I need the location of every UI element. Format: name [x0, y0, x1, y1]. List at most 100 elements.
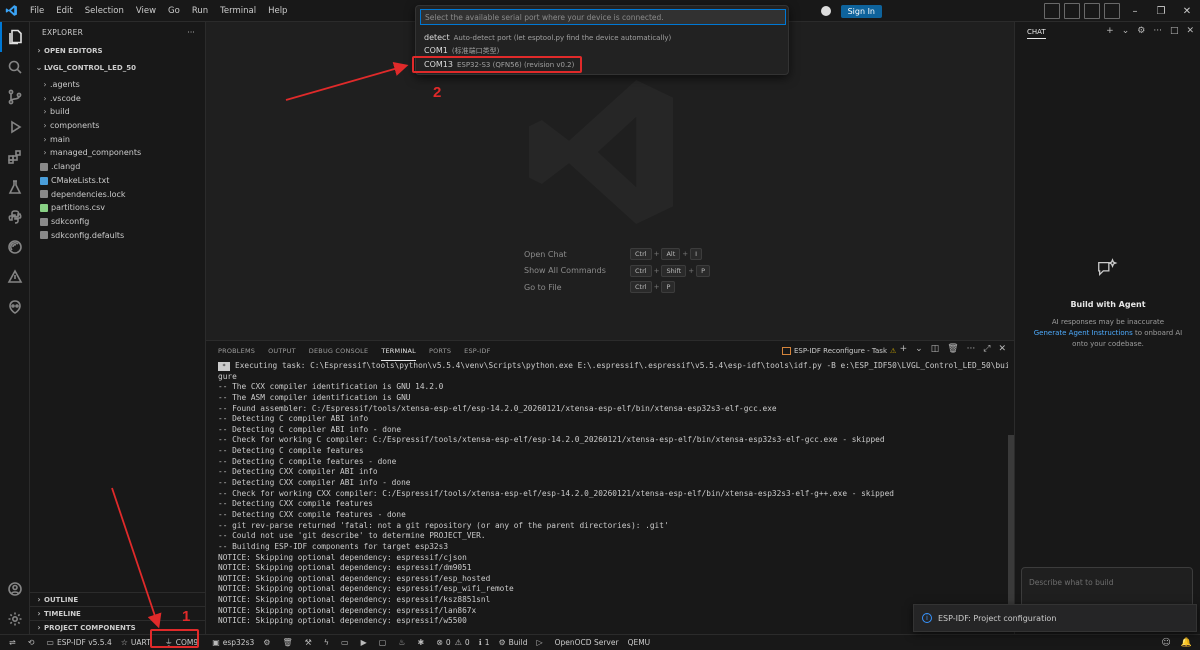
kill-terminal-icon[interactable]: 🗑	[947, 344, 958, 354]
project-folder-section[interactable]: ⌄ LVGL_CONTROL_LED_50	[30, 61, 205, 75]
build-flash-monitor-icon[interactable]: ▶	[361, 638, 370, 647]
qemu-item[interactable]: QEMU	[628, 638, 651, 647]
generate-instructions-link[interactable]: Generate Agent Instructions	[1034, 329, 1133, 337]
idf-version-item[interactable]: ▭ ESP-IDF v5.5.4	[46, 638, 111, 647]
file-item[interactable]: sdkconfig	[30, 215, 205, 229]
alien-icon[interactable]	[0, 292, 30, 322]
extensions-icon[interactable]	[0, 142, 30, 172]
chat-settings-icon[interactable]: ⚙	[1137, 26, 1145, 36]
copilot-icon[interactable]: ☺	[1161, 638, 1170, 648]
more-actions-icon[interactable]: ···	[187, 22, 195, 44]
menu-view[interactable]: View	[130, 0, 162, 22]
build-tool-icon[interactable]: ⚒	[305, 638, 315, 647]
flash-icon[interactable]: ϟ	[324, 638, 332, 647]
source-control-icon[interactable]	[0, 82, 30, 112]
python-icon[interactable]	[0, 202, 30, 232]
close-panel-icon[interactable]: ✕	[998, 344, 1006, 354]
task-indicator[interactable]: ESP-IDF Reconfigure - Task ⚠	[782, 345, 896, 357]
debug-play-icon[interactable]: ▷	[536, 638, 545, 647]
menu-file[interactable]: File	[24, 0, 50, 22]
search-icon[interactable]	[0, 52, 30, 82]
toggle-secondary-sidebar-icon[interactable]	[1084, 3, 1100, 19]
build-item[interactable]: ⚙ Build	[498, 638, 527, 647]
full-clean-icon[interactable]: 🗑	[282, 638, 295, 647]
monitor-icon[interactable]: ▭	[341, 638, 352, 647]
folder-item[interactable]: › .vscode	[30, 92, 205, 106]
maximize-panel-icon[interactable]: ⤢	[983, 344, 990, 354]
terminal-line: -- Detecting C compile features	[218, 446, 1008, 457]
folder-item[interactable]: › .agents	[30, 78, 205, 92]
folder-item[interactable]: › components	[30, 119, 205, 133]
more-actions-icon[interactable]: ···	[967, 344, 976, 354]
folder-item[interactable]: › managed_components	[30, 146, 205, 160]
close-window-button[interactable]: ✕	[1174, 6, 1200, 17]
split-terminal-icon[interactable]: ◫	[931, 344, 940, 354]
remote-icon[interactable]: ⇌	[9, 638, 19, 647]
menu-edit[interactable]: Edit	[50, 0, 78, 22]
settings-gear-icon[interactable]	[0, 604, 30, 634]
menu-selection[interactable]: Selection	[79, 0, 130, 22]
notifications-bell-icon[interactable]: 🔔	[1181, 638, 1192, 648]
refresh-icon[interactable]: ⟲	[28, 638, 38, 647]
terminal-dropdown-icon[interactable]: ⌄	[915, 344, 923, 354]
explorer-icon[interactable]	[0, 22, 30, 52]
target-item[interactable]: ▣ esp32s3	[212, 638, 254, 647]
tab-esp-idf[interactable]: ESP-IDF	[464, 341, 490, 361]
esp-idf-explorer-icon[interactable]	[0, 262, 30, 292]
terminal-icon[interactable]: ▢	[379, 638, 390, 647]
run-debug-icon[interactable]	[0, 112, 30, 142]
menu-help[interactable]: Help	[262, 0, 293, 22]
notification-toast[interactable]: i ESP-IDF: Project configuration	[913, 604, 1197, 632]
shortcut-row[interactable]: Open Chat Ctrl + Alt + I	[524, 246, 712, 263]
flash-method-item[interactable]: ☆ UART	[121, 638, 151, 647]
customize-layout-icon[interactable]	[1104, 3, 1120, 19]
open-editors-section[interactable]: › OPEN EDITORS	[30, 44, 205, 58]
timeline-section[interactable]: › TIMELINE	[30, 606, 206, 620]
folder-item[interactable]: › build	[30, 105, 205, 119]
account-icon[interactable]	[0, 574, 30, 604]
openocd-text: OpenOCD Server	[554, 638, 619, 647]
shortcut-row[interactable]: Go to File Ctrl + P	[524, 279, 712, 296]
menu-terminal[interactable]: Terminal	[214, 0, 262, 22]
minimize-button[interactable]: –	[1122, 6, 1148, 17]
key-cap: I	[690, 248, 703, 261]
outline-section[interactable]: › OUTLINE	[30, 592, 206, 606]
file-item[interactable]: partitions.csv	[30, 201, 205, 215]
terminal-output[interactable]: * Executing task: C:\Espressif\tools\pyth…	[218, 361, 1008, 633]
maximize-icon[interactable]: □	[1170, 26, 1179, 36]
restore-button[interactable]: ❐	[1148, 6, 1174, 17]
sign-in-button[interactable]: Sign In	[840, 4, 882, 18]
file-item[interactable]: CMakeLists.txt	[30, 174, 205, 188]
menu-go[interactable]: Go	[162, 0, 186, 22]
esp-idf-icon[interactable]	[0, 232, 30, 262]
toggle-sidebar-icon[interactable]	[1044, 3, 1060, 19]
settings-item-icon[interactable]: ⚙	[263, 638, 273, 647]
file-item[interactable]: dependencies.lock	[30, 188, 205, 202]
tab-output[interactable]: OUTPUT	[268, 341, 296, 361]
shortcut-row[interactable]: Show All Commands Ctrl + Shift + P	[524, 263, 712, 280]
tab-ports[interactable]: PORTS	[429, 341, 451, 361]
tab-terminal[interactable]: TERMINAL	[381, 342, 416, 361]
flame-icon[interactable]: ♨	[398, 638, 408, 647]
close-icon[interactable]: ✕	[1186, 26, 1194, 36]
chat-dropdown-icon[interactable]: ⌄	[1122, 26, 1130, 36]
more-actions-icon[interactable]: ···	[1153, 26, 1162, 36]
testing-icon[interactable]	[0, 172, 30, 202]
new-terminal-icon[interactable]: +	[900, 344, 908, 354]
toggle-panel-icon[interactable]	[1064, 3, 1080, 19]
terminal-line: -- git rev-parse returned 'fatal: not a …	[218, 521, 1008, 532]
menu-run[interactable]: Run	[186, 0, 214, 22]
bug-icon[interactable]: ✱	[418, 638, 428, 647]
file-item[interactable]: sdkconfig.defaults	[30, 229, 205, 243]
tab-debug-console[interactable]: DEBUG CONSOLE	[309, 341, 369, 361]
problems-item[interactable]: ⊗ 0 ⚠ 0	[436, 638, 469, 647]
quick-pick-input[interactable]	[420, 9, 786, 25]
quick-pick-item-detect[interactable]: detect Auto-detect port (let esptool.py f…	[424, 31, 671, 44]
new-chat-icon[interactable]: +	[1106, 26, 1114, 36]
info-count-item[interactable]: ℹ1	[479, 638, 490, 647]
folder-item[interactable]: › main	[30, 133, 205, 147]
openocd-item[interactable]: OpenOCD Server	[555, 638, 619, 647]
account-globe-icon[interactable]	[820, 6, 831, 16]
file-item[interactable]: .clangd	[30, 160, 205, 174]
tab-problems[interactable]: PROBLEMS	[218, 341, 255, 361]
